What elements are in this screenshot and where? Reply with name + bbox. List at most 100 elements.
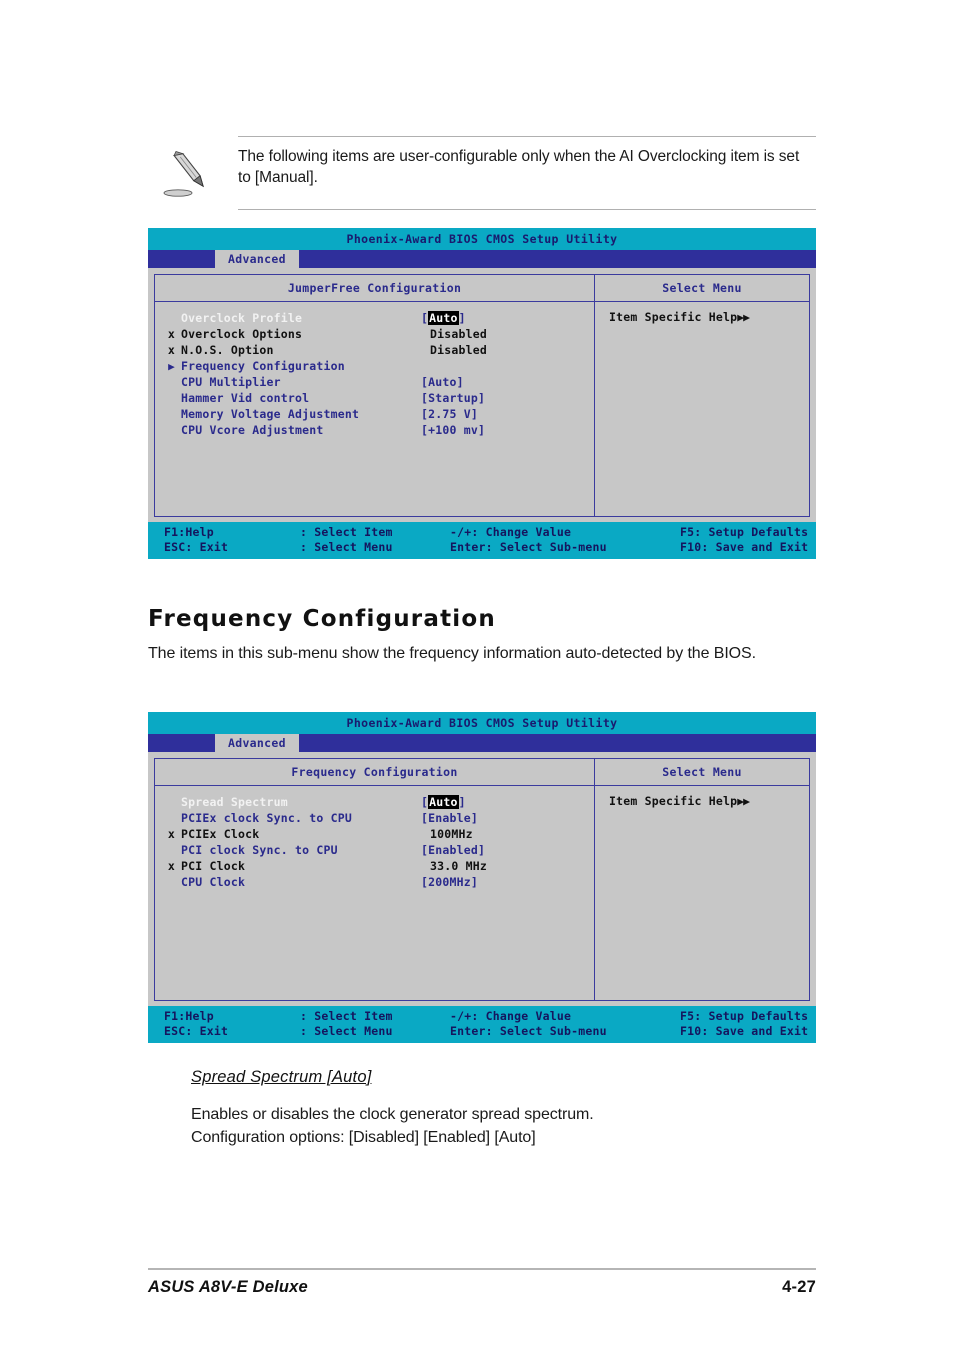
settings-list: Spread Spectrum [Auto] PCIEx clock Sync. t… <box>155 786 594 1000</box>
key-setup-defaults: F5: Setup Defaults <box>680 525 809 539</box>
page-footer-rule <box>148 1268 816 1270</box>
bios-option-value[interactable]: [Enabled] <box>421 842 485 858</box>
bios-option-label: Memory Voltage Adjustment <box>181 407 360 421</box>
bios-option-value[interactable]: 33.0 MHz <box>421 858 487 874</box>
bios-option-row[interactable]: CPU Multiplier [Auto] <box>155 374 594 390</box>
bios-option-value[interactable]: [+100 mv] <box>421 422 485 438</box>
item-specific-help-label: Item Specific Help▶▶ <box>609 794 750 808</box>
bios-option-row[interactable]: PCIEx clock Sync. to CPU [Enable] <box>155 810 594 826</box>
help-panel: Select Menu Item Specific Help▶▶ <box>594 758 810 1001</box>
bios-title-bar: Phoenix-Award BIOS CMOS Setup Utility <box>148 712 816 734</box>
page-section-heading: Frequency Configuration <box>148 606 496 632</box>
setting-doc-heading: Spread Spectrum [Auto] <box>191 1068 372 1086</box>
settings-list: Overclock Profile [Auto] x Overclock Option… <box>155 302 594 516</box>
bios-option-row[interactable]: x N.O.S. Option Disabled <box>155 342 594 358</box>
bios-option-label: Overclock Options <box>181 327 303 341</box>
key-f1-help: F1:Help <box>164 525 214 539</box>
bios-option-value[interactable]: [Auto] <box>421 374 464 390</box>
bios-option-label: N.O.S. Option <box>181 343 274 357</box>
double-chevron-right-icon: ▶▶ <box>737 310 750 324</box>
key-legend-row-2: ESC: Exit : Select Menu Enter: Select Su… <box>148 540 816 555</box>
disabled-marker-icon: x <box>167 859 175 873</box>
bios-option-label: Overclock Profile <box>181 311 303 325</box>
selected-value-highlight: Auto <box>428 311 459 325</box>
note-box: The following items are user-configurabl… <box>148 136 816 210</box>
bios-option-value[interactable]: [Enable] <box>421 810 478 826</box>
page-footer-product: ASUS A8V-E Deluxe <box>148 1278 308 1296</box>
settings-panel-header: JumperFree Configuration <box>155 275 594 302</box>
bios-option-label: CPU Multiplier <box>181 375 281 389</box>
settings-panel: JumperFree Configuration Overclock Profi… <box>154 274 594 517</box>
note-body: The following items are user-configurabl… <box>148 137 816 209</box>
bios-option-value[interactable]: [Startup] <box>421 390 485 406</box>
key-esc-exit: ESC: Exit <box>164 1024 229 1038</box>
bios-option-row[interactable]: x PCI Clock 33.0 MHz <box>155 858 594 874</box>
key-esc-exit: ESC: Exit <box>164 540 229 554</box>
bios-option-row[interactable]: Overclock Profile [Auto] <box>155 310 594 326</box>
bios-main-area: JumperFree Configuration Overclock Profi… <box>148 268 816 517</box>
key-legend-row-2: ESC: Exit : Select Menu Enter: Select Su… <box>148 1024 816 1039</box>
page-footer-number: 4-27 <box>782 1278 816 1296</box>
bios-option-row[interactable]: PCI clock Sync. to CPU [Enabled] <box>155 842 594 858</box>
key-save-and-exit: F10: Save and Exit <box>680 540 809 554</box>
key-f1-help: F1:Help <box>164 1009 214 1023</box>
bios-option-row[interactable]: CPU Clock [200MHz] <box>155 874 594 890</box>
bios-screen-frequency: Phoenix-Award BIOS CMOS Setup Utility Ad… <box>148 712 816 1043</box>
bios-option-label: Spread Spectrum <box>181 795 288 809</box>
bios-option-value[interactable]: 100MHz <box>421 826 473 842</box>
help-panel-body: Item Specific Help▶▶ <box>595 786 809 1000</box>
pencil-note-icon <box>148 146 238 198</box>
bios-option-row[interactable]: x PCIEx Clock 100MHz <box>155 826 594 842</box>
bios-option-value[interactable]: Disabled <box>421 326 487 342</box>
key-select-submenu: Enter: Select Sub-menu <box>450 1024 607 1038</box>
bios-option-label: PCI Clock <box>181 859 246 873</box>
bios-option-value[interactable]: [200MHz] <box>421 874 478 890</box>
key-select-item: : Select Item <box>300 525 393 539</box>
bios-option-row[interactable]: Memory Voltage Adjustment [2.75 V] <box>155 406 594 422</box>
help-panel-header: Select Menu <box>595 759 809 786</box>
bios-option-label: CPU Clock <box>181 875 246 889</box>
bios-option-value[interactable]: [Auto] <box>421 794 466 810</box>
disabled-marker-icon: x <box>167 327 175 341</box>
bios-screen-jumperfree: Phoenix-Award BIOS CMOS Setup Utility Ad… <box>148 228 816 559</box>
key-change-value: -/+: Change Value <box>450 525 572 539</box>
bios-option-label: Frequency Configuration <box>181 359 345 373</box>
bios-main-area: Frequency Configuration Spread Spectrum [… <box>148 752 816 1001</box>
tab-advanced[interactable]: Advanced <box>215 250 299 268</box>
key-select-menu: : Select Menu <box>300 1024 393 1038</box>
page-section-paragraph: The items in this sub-menu show the freq… <box>148 645 756 662</box>
bios-option-label: Hammer Vid control <box>181 391 310 405</box>
submenu-arrow-icon: ▶ <box>168 360 175 373</box>
bios-option-label: PCIEx clock Sync. to CPU <box>181 811 352 825</box>
help-panel-body: Item Specific Help▶▶ <box>595 302 809 516</box>
bios-option-row[interactable]: CPU Vcore Adjustment [+100 mv] <box>155 422 594 438</box>
bios-option-row[interactable]: x Overclock Options Disabled <box>155 326 594 342</box>
bios-menu-bar: Advanced <box>148 250 816 268</box>
disabled-marker-icon: x <box>167 343 175 357</box>
help-panel-header: Select Menu <box>595 275 809 302</box>
setting-doc-line-1: Enables or disables the clock generator … <box>191 1106 594 1123</box>
item-specific-help-label: Item Specific Help▶▶ <box>609 310 750 324</box>
bios-option-label: PCIEx Clock <box>181 827 260 841</box>
double-chevron-right-icon: ▶▶ <box>737 794 750 808</box>
note-text: The following items are user-configurabl… <box>238 148 800 186</box>
key-change-value: -/+: Change Value <box>450 1009 572 1023</box>
bios-option-value[interactable]: Disabled <box>421 342 487 358</box>
bios-option-label: PCI clock Sync. to CPU <box>181 843 338 857</box>
key-legend-row-1: F1:Help : Select Item -/+: Change Value … <box>148 1009 816 1024</box>
bios-key-legend: F1:Help : Select Item -/+: Change Value … <box>148 1006 816 1043</box>
selected-value-highlight: Auto <box>428 795 459 809</box>
bios-option-row[interactable]: Spread Spectrum [Auto] <box>155 794 594 810</box>
bios-option-row[interactable]: ▶ Frequency Configuration <box>155 358 594 374</box>
key-legend-row-1: F1:Help : Select Item -/+: Change Value … <box>148 525 816 540</box>
note-bottom-rule <box>238 209 816 210</box>
key-setup-defaults: F5: Setup Defaults <box>680 1009 809 1023</box>
bios-menu-bar: Advanced <box>148 734 816 752</box>
bios-option-row[interactable]: Hammer Vid control [Startup] <box>155 390 594 406</box>
settings-panel-header: Frequency Configuration <box>155 759 594 786</box>
key-save-and-exit: F10: Save and Exit <box>680 1024 809 1038</box>
bios-option-value[interactable]: [2.75 V] <box>421 406 478 422</box>
bios-option-value[interactable]: [Auto] <box>421 310 466 326</box>
tab-advanced[interactable]: Advanced <box>215 734 299 752</box>
bios-key-legend: F1:Help : Select Item -/+: Change Value … <box>148 522 816 559</box>
